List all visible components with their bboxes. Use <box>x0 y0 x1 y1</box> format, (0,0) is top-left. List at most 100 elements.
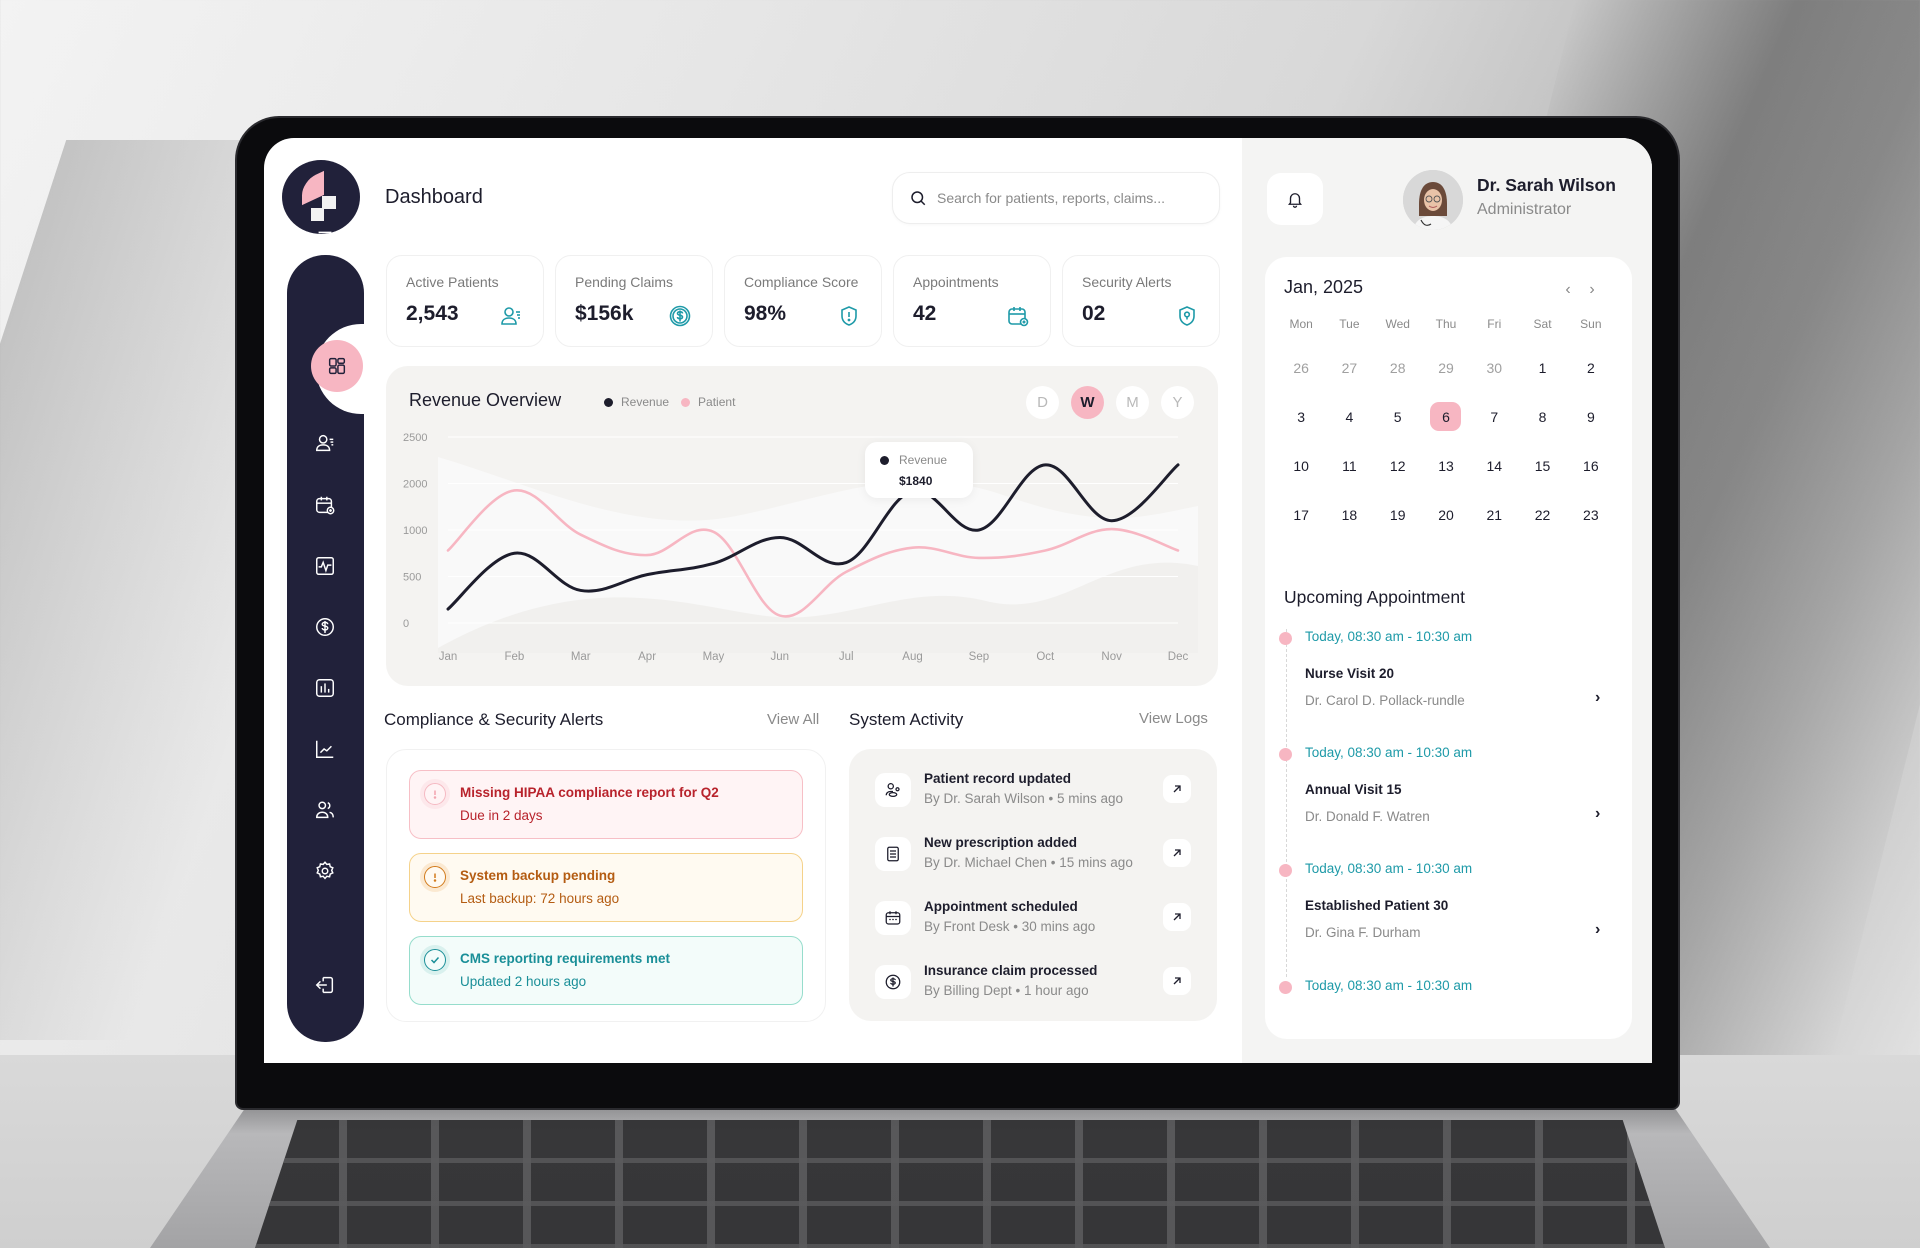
range-week-button[interactable]: W <box>1071 386 1104 419</box>
activity-item[interactable]: New prescription added By Dr. Michael Ch… <box>875 833 1195 877</box>
calendar-day[interactable]: 8 <box>1518 396 1566 445</box>
calendar-day[interactable]: 5 <box>1374 396 1422 445</box>
appointment-doctor: Dr. Donald F. Watren <box>1305 809 1430 824</box>
dollar-circle-icon <box>669 305 691 327</box>
x-tick-label: Dec <box>1168 651 1189 663</box>
calendar-next-button[interactable]: › <box>1581 279 1603 301</box>
calendar-weeks: 26 27 28 29 30 1 2 3 4 5 6 7 8 9 10 11 12 13 14 15 16 17 18 19 2… <box>1277 347 1615 543</box>
calendar-day[interactable]: 22 <box>1518 494 1566 543</box>
range-toggle: D W M Y <box>1026 386 1194 419</box>
activity-subtitle: By Dr. Michael Chen • 15 mins ago <box>924 855 1133 870</box>
activity-title: New prescription added <box>924 835 1078 850</box>
sidebar-menu-button[interactable] <box>308 220 342 254</box>
sidebar-item-settings[interactable] <box>308 854 342 888</box>
search-bar[interactable] <box>892 172 1220 224</box>
x-tick-label: Jul <box>839 651 854 663</box>
calendar-day[interactable]: 20 <box>1422 494 1470 543</box>
calendar-day[interactable]: 3 <box>1277 396 1325 445</box>
calendar-day[interactable]: 12 <box>1374 445 1422 494</box>
calendar-day[interactable]: 2 <box>1567 347 1615 396</box>
calendar-day-selected[interactable]: 6 <box>1422 396 1470 445</box>
stat-card-compliance-score[interactable]: Compliance Score 98% <box>724 255 882 347</box>
logo-square <box>322 196 336 209</box>
weekday-label: Sat <box>1533 317 1552 331</box>
open-activity-button[interactable] <box>1163 775 1191 803</box>
open-activity-button[interactable] <box>1163 903 1191 931</box>
view-logs-link[interactable]: View Logs <box>1139 710 1208 727</box>
activity-item[interactable]: Insurance claim processed By Billing Dep… <box>875 961 1195 1005</box>
y-tick-label: 2000 <box>403 479 427 491</box>
search-input[interactable] <box>937 190 1207 206</box>
calendar-day[interactable]: 28 <box>1374 347 1422 396</box>
alert-subtitle: Due in 2 days <box>460 808 543 823</box>
page-title: Dashboard <box>385 186 483 208</box>
appointment-open-button[interactable]: › <box>1595 921 1600 939</box>
user-avatar[interactable] <box>1403 170 1463 230</box>
sidebar-logout-button[interactable] <box>308 968 342 1002</box>
sidebar-item-patients[interactable] <box>308 426 342 460</box>
calendar-week-row: 10 11 12 13 14 15 16 <box>1277 445 1615 494</box>
open-activity-button[interactable] <box>1163 967 1191 995</box>
calendar-day[interactable]: 9 <box>1567 396 1615 445</box>
sidebar-item-billing[interactable] <box>308 610 342 644</box>
calendar-day[interactable]: 23 <box>1567 494 1615 543</box>
bell-icon <box>1288 193 1302 208</box>
sidebar-item-dashboard[interactable] <box>311 340 363 392</box>
activity-subtitle: By Billing Dept • 1 hour ago <box>924 983 1089 998</box>
activity-item[interactable]: Patient record updated By Dr. Sarah Wils… <box>875 769 1195 813</box>
range-day-button[interactable]: D <box>1026 386 1059 419</box>
stat-card-active-patients[interactable]: Active Patients 2,543 <box>386 255 544 347</box>
sidebar-item-monitoring[interactable] <box>308 549 342 583</box>
calendar-day[interactable]: 7 <box>1470 396 1518 445</box>
appointment-open-button[interactable]: › <box>1595 805 1600 823</box>
alert-item-success[interactable]: CMS reporting requirements met Updated 2… <box>409 936 803 1005</box>
range-month-button[interactable]: M <box>1116 386 1149 419</box>
calendar-day[interactable]: 29 <box>1422 347 1470 396</box>
alerts-view-all-link[interactable]: View All <box>767 711 819 728</box>
calendar-day[interactable]: 17 <box>1277 494 1325 543</box>
open-activity-button[interactable] <box>1163 839 1191 867</box>
chevron-right-icon: › <box>1595 805 1601 822</box>
calendar-day[interactable]: 16 <box>1567 445 1615 494</box>
calendar-day[interactable]: 18 <box>1325 494 1373 543</box>
appointment-open-button[interactable]: › <box>1595 689 1600 707</box>
calendar-day[interactable]: 19 <box>1374 494 1422 543</box>
calendar-day[interactable]: 27 <box>1325 347 1373 396</box>
sidebar-item-appointments[interactable] <box>308 488 342 522</box>
sidebar-item-analytics[interactable] <box>308 732 342 766</box>
sidebar-item-reports[interactable] <box>308 671 342 705</box>
range-year-button[interactable]: Y <box>1161 386 1194 419</box>
alert-item-warning[interactable]: System backup pending Last backup: 72 ho… <box>409 853 803 922</box>
calendar-day[interactable]: 15 <box>1518 445 1566 494</box>
alert-title: Missing HIPAA compliance report for Q2 <box>460 785 719 800</box>
calendar-day[interactable]: 26 <box>1277 347 1325 396</box>
calendar-day[interactable]: 1 <box>1518 347 1566 396</box>
legend-patient-swatch <box>681 397 691 407</box>
sidebar-item-staff[interactable] <box>308 793 342 827</box>
calendar-day[interactable]: 14 <box>1470 445 1518 494</box>
calendar-day[interactable]: 4 <box>1325 396 1373 445</box>
calendar-day[interactable]: 11 <box>1325 445 1373 494</box>
activity-item[interactable]: Appointment scheduled By Front Desk • 30… <box>875 897 1195 941</box>
stat-value: $156k <box>575 302 634 325</box>
bar-chart-icon <box>316 679 334 697</box>
calendar-day[interactable]: 21 <box>1470 494 1518 543</box>
notifications-button[interactable] <box>1267 173 1323 225</box>
user-name: Dr. Sarah Wilson <box>1477 175 1616 195</box>
timeline-dot <box>1279 748 1292 761</box>
x-tick-label: Feb <box>504 651 524 663</box>
stat-card-appointments[interactable]: Appointments 42 <box>893 255 1051 347</box>
calendar-day[interactable]: 13 <box>1422 445 1470 494</box>
user-role: Administrator <box>1477 201 1572 218</box>
upcoming-appointments-title: Upcoming Appointment <box>1284 587 1465 607</box>
stat-card-pending-claims[interactable]: Pending Claims $156k <box>555 255 713 347</box>
calendar-prev-button[interactable]: ‹ <box>1557 279 1579 301</box>
alert-item-error[interactable]: Missing HIPAA compliance report for Q2 D… <box>409 770 803 839</box>
chevron-left-icon: ‹ <box>1565 281 1571 298</box>
stat-card-security-alerts[interactable]: Security Alerts 02 <box>1062 255 1220 347</box>
calendar-day[interactable]: 30 <box>1470 347 1518 396</box>
y-tick-label: 0 <box>403 618 409 630</box>
calendar-week-row: 26 27 28 29 30 1 2 <box>1277 347 1615 396</box>
x-tick-label: Jun <box>771 651 790 663</box>
calendar-day[interactable]: 10 <box>1277 445 1325 494</box>
